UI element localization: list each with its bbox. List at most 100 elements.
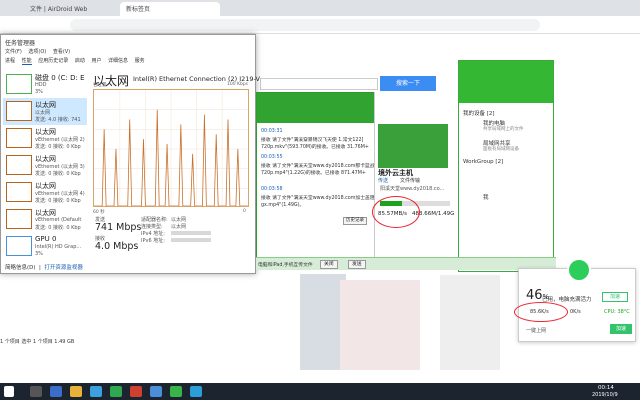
qq-icon[interactable] bbox=[190, 386, 202, 397]
tab-bar: 进程 性能 应用历史记录 启动 用户 详细信息 服务 bbox=[5, 57, 150, 65]
sidebar-item-sub: HDD bbox=[35, 82, 47, 88]
browser-tab-strip: 文件 | AirDroid Web 新标签页 bbox=[0, 0, 640, 16]
sidebar-item-ethernet-5[interactable]: 以太网 vEthernet (Default 发送: 0 接收: 0 Kbp bbox=[3, 206, 87, 233]
edge-icon[interactable] bbox=[50, 386, 62, 397]
adapter-name-label: 适配器名称: bbox=[141, 217, 168, 223]
blurred-image bbox=[340, 280, 420, 370]
connection-type-label: 连接类型: bbox=[141, 224, 163, 230]
disk-thumbnail bbox=[6, 74, 32, 94]
clock-time[interactable]: 00:14 bbox=[598, 385, 614, 391]
start-icon[interactable] bbox=[4, 386, 14, 397]
sidebar-item-sub: vEthernet (以太网 2) bbox=[35, 137, 85, 143]
sidebar-item-ethernet-3[interactable]: 以太网 vEthernet (以太网 3) 发送: 0 接收: 0 Kbp bbox=[3, 152, 87, 179]
taskbar bbox=[0, 383, 640, 400]
task-manager-footer: 简略信息(D) | 打开资源监视器 bbox=[5, 265, 83, 271]
sidebar-item-value: 3% bbox=[35, 251, 43, 257]
ipv6-label: IPv6 地址: bbox=[141, 238, 165, 244]
clock-date[interactable]: 2019/10/9 bbox=[592, 392, 618, 398]
app-icon[interactable] bbox=[90, 386, 102, 397]
ethernet-thumbnail bbox=[6, 209, 32, 229]
ethernet-thumbnail bbox=[6, 182, 32, 202]
sidebar-item-value: 发送: 0 接收: 0 Kbp bbox=[35, 171, 81, 177]
contact-me[interactable]: 我 bbox=[483, 193, 489, 201]
highlight-circle bbox=[514, 302, 568, 322]
section-devices[interactable]: 我的设备 [2] bbox=[463, 109, 495, 117]
ethernet-thumbnail bbox=[6, 101, 32, 121]
ethernet-thumbnail bbox=[6, 155, 32, 175]
sidebar-item-ethernet-2[interactable]: 以太网 vEthernet (以太网 2) 发送: 0 接收: 0 Kbp bbox=[3, 125, 87, 152]
one-click-link[interactable]: 一键上网 bbox=[526, 327, 546, 334]
task-manager-window: 任务管理器 文件(F) 选项(O) 查看(V) 进程 性能 应用历史记录 启动 … bbox=[0, 34, 260, 274]
menu-view[interactable]: 查看(V) bbox=[53, 49, 70, 55]
message-time: 00:03:31 bbox=[261, 129, 283, 134]
brief-info-button[interactable]: 简略信息(D) bbox=[5, 265, 36, 271]
tab-users[interactable]: 用户 bbox=[91, 58, 101, 64]
send-button[interactable]: 发送 bbox=[348, 260, 366, 269]
tab-new[interactable]: 新标签页 bbox=[120, 2, 220, 16]
tab-details[interactable]: 详细信息 bbox=[108, 58, 128, 64]
sidebar-item-sub: vEthernet (以太网 4) bbox=[35, 191, 85, 197]
app-icon[interactable] bbox=[130, 386, 142, 397]
tab-transfer[interactable]: 传送 bbox=[378, 177, 388, 184]
resource-monitor-link[interactable]: 打开资源监视器 bbox=[44, 265, 83, 271]
sidebar-item-value: 发送: 0 接收: 0 Kbp bbox=[35, 144, 81, 150]
accelerate-button[interactable]: 加速 bbox=[602, 292, 628, 302]
graph-label-left: 吞吐量 bbox=[93, 83, 107, 88]
message-time: 00:03:55 bbox=[261, 155, 283, 160]
download-speed: 0K/s bbox=[570, 309, 581, 315]
sidebar-item-sub: Intel(R) HD Grap... bbox=[35, 244, 82, 250]
menu-file[interactable]: 文件(F) bbox=[5, 49, 22, 55]
send-value: 741 Mbps bbox=[95, 222, 142, 233]
message-sub: gx.mp4"(1.49G)。 bbox=[261, 203, 305, 208]
address-bar[interactable] bbox=[70, 19, 540, 31]
graph-axis-left: 60 秒 bbox=[93, 210, 105, 215]
tab-file-transfer[interactable]: 文件传输 bbox=[400, 177, 420, 184]
section-workgroup[interactable]: WorkGroup [2] bbox=[463, 159, 503, 165]
sidebar-item-ethernet[interactable]: 以太网 以太网 发送: 4.0 接收: 741 bbox=[3, 98, 87, 125]
close-button[interactable]: 关闭 bbox=[320, 260, 338, 269]
message-text: 接收 请了文件"满溪穿暴锦汉飞天使 1.常文122] bbox=[261, 138, 364, 143]
ipv4-label: IPv4 地址: bbox=[141, 231, 165, 237]
tab-app-history[interactable]: 应用历史记录 bbox=[38, 58, 68, 64]
message-text: 接收 请了文件"满溪天堂www.dy2018.com加士盖阻第 bbox=[261, 196, 380, 201]
ipv6-blurred bbox=[171, 238, 211, 242]
search-icon[interactable] bbox=[30, 386, 42, 397]
send-file-bar-text: 电脑和iPad,手机互传文件 bbox=[258, 263, 313, 268]
history-button[interactable]: 历史记录 bbox=[343, 217, 367, 225]
tab-airdroid[interactable]: 文件 | AirDroid Web bbox=[24, 2, 118, 16]
performance-sidebar: 磁盘 0 (C: D: E HDD 3% 以太网 以太网 发送: 4.0 接收:… bbox=[3, 67, 87, 259]
search-input[interactable] bbox=[260, 78, 378, 90]
address-bar-row bbox=[0, 16, 640, 34]
sidebar-item-value: 发送: 0 接收: 0 Kbp bbox=[35, 198, 81, 204]
mascot-icon[interactable] bbox=[567, 258, 591, 282]
sidebar-item-ethernet-4[interactable]: 以太网 vEthernet (以太网 4) 发送: 0 接收: 0 Kbp bbox=[3, 179, 87, 206]
tab-processes[interactable]: 进程 bbox=[5, 58, 15, 64]
sidebar-item-sub: vEthernet (Default bbox=[35, 217, 82, 223]
tab-services[interactable]: 服务 bbox=[135, 58, 145, 64]
sidebar-item-sub: 以太网 bbox=[35, 110, 51, 116]
sidebar-item-disk[interactable]: 磁盘 0 (C: D: E HDD 3% bbox=[3, 71, 87, 98]
sidebar-item-gpu[interactable]: GPU 0 Intel(R) HD Grap... 3% bbox=[3, 233, 87, 259]
search-button[interactable]: 搜索一下 bbox=[380, 76, 436, 91]
sidebar-item-value: 3% bbox=[35, 89, 43, 95]
app-icon[interactable] bbox=[110, 386, 122, 397]
folder-icon[interactable] bbox=[70, 386, 82, 397]
menu-options[interactable]: 选项(O) bbox=[28, 49, 46, 55]
sidebar-item-label: GPU 0 bbox=[35, 235, 57, 243]
menu-bar: 文件(F) 选项(O) 查看(V) bbox=[5, 48, 75, 55]
sidebar-item-value: 发送: 4.0 接收: 741 bbox=[35, 117, 81, 123]
recv-value: 4.0 Mbps bbox=[95, 241, 139, 252]
tab-startup[interactable]: 启动 bbox=[75, 58, 85, 64]
wechat-icon[interactable] bbox=[170, 386, 182, 397]
highlight-circle bbox=[372, 196, 420, 228]
speedup-button[interactable]: 加速 bbox=[610, 324, 632, 334]
ethernet-thumbnail bbox=[6, 128, 32, 148]
explorer-status-strip: 1 个项目 选中 1 个项目 1.49 GB bbox=[0, 339, 75, 345]
device-sub: 面板有局域网设备 bbox=[483, 147, 519, 152]
memory-percent-value: 46 bbox=[526, 288, 543, 303]
message-text: 接收 请了文件"满溪天堂www.dy2018.com那卡篮战舰 bbox=[261, 164, 380, 169]
app-icon[interactable] bbox=[150, 386, 162, 397]
ad-banner bbox=[378, 124, 448, 168]
tab-performance[interactable]: 性能 bbox=[21, 58, 32, 65]
task-manager-title: 任务管理器 bbox=[5, 40, 36, 47]
